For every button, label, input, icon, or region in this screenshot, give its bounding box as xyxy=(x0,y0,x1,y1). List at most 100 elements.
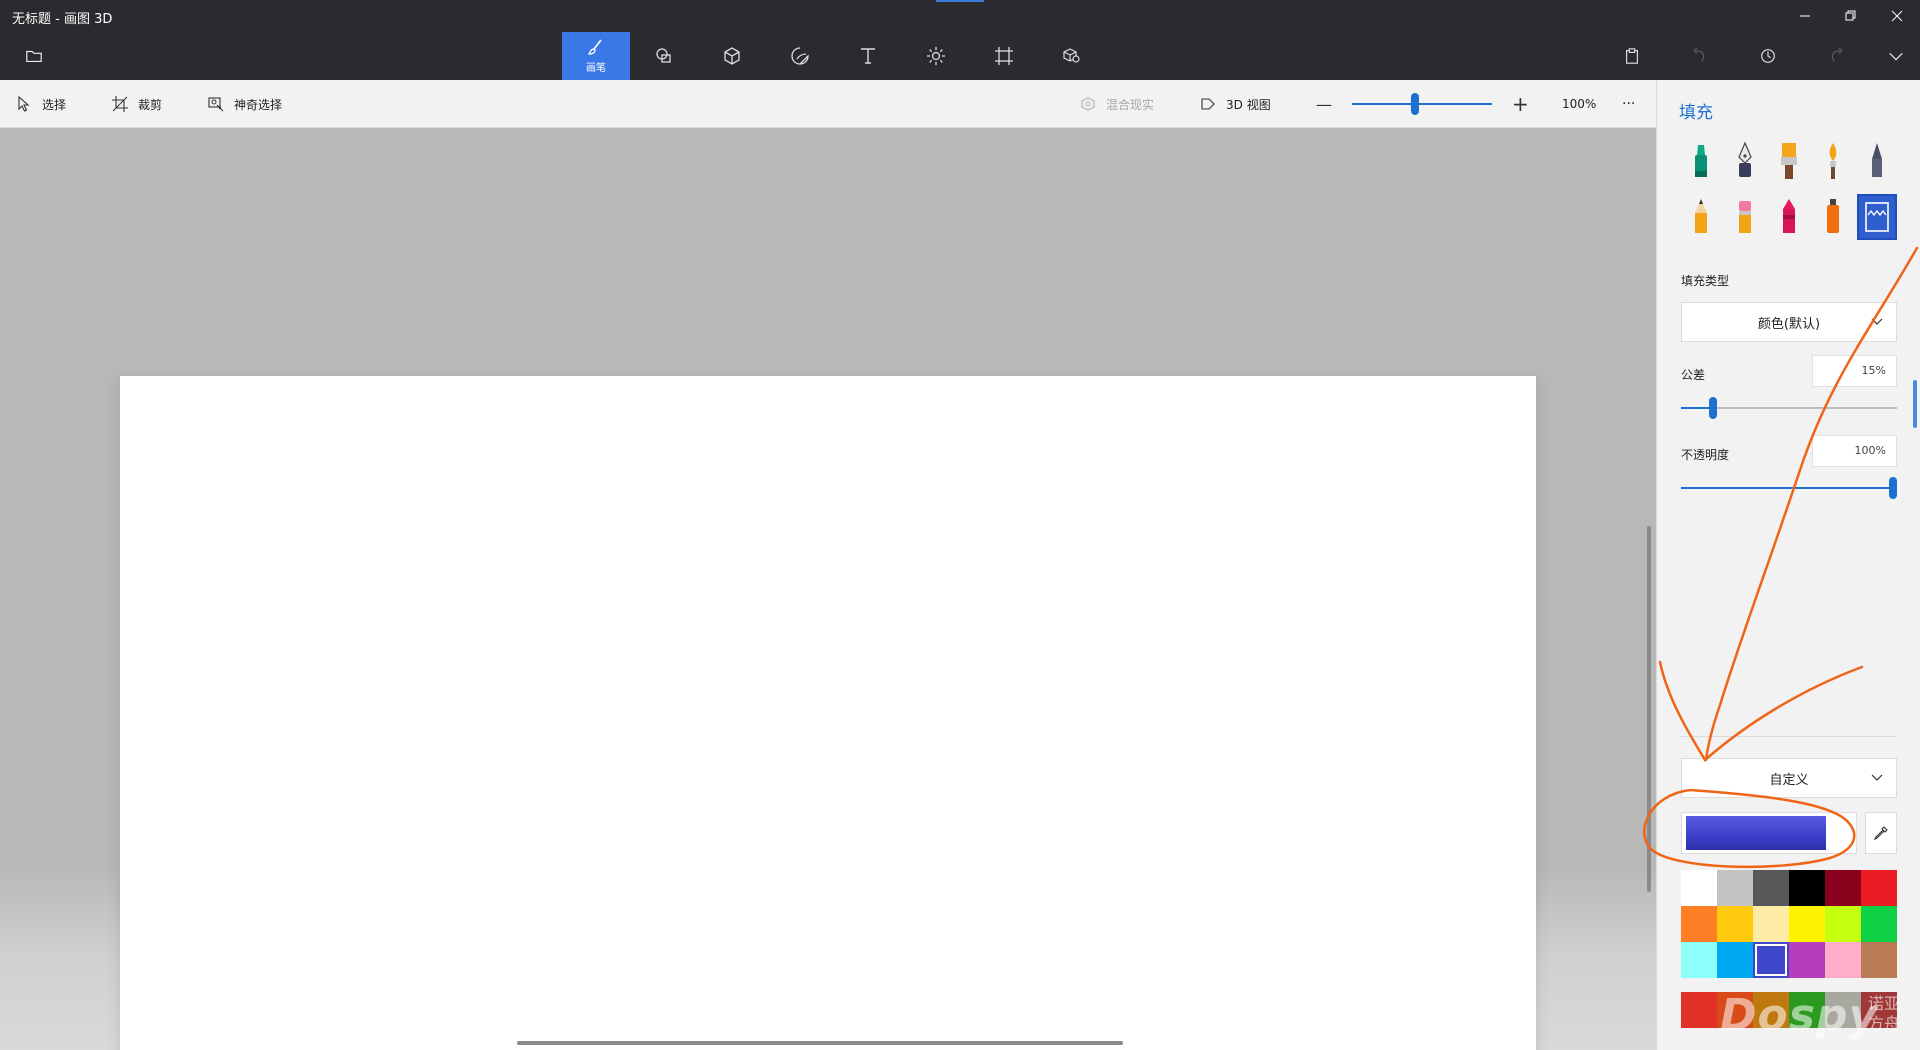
horizontal-scrollbar[interactable] xyxy=(517,1041,1123,1045)
color-mode-value: 自定义 xyxy=(1769,772,1809,788)
palette-color-swatch[interactable] xyxy=(1753,942,1789,978)
drawing-canvas[interactable] xyxy=(120,376,1536,1050)
palette-color-swatch[interactable] xyxy=(1717,942,1753,978)
palette-color-swatch[interactable] xyxy=(1825,942,1861,978)
palette-color-swatch[interactable] xyxy=(1681,942,1717,978)
crayon-brush[interactable] xyxy=(1769,194,1809,240)
fill-brush[interactable] xyxy=(1857,194,1897,240)
tab-stickers[interactable] xyxy=(766,32,834,80)
restore-icon xyxy=(1845,10,1856,21)
restore-button[interactable] xyxy=(1828,0,1874,32)
tab-brushes[interactable]: 画笔 xyxy=(562,32,630,80)
eraser-brush[interactable] xyxy=(1725,194,1765,240)
crop-label: 裁剪 xyxy=(138,97,163,112)
eyedropper-button[interactable] xyxy=(1865,812,1897,854)
tab-3d-shapes[interactable] xyxy=(698,32,766,80)
palette-color-swatch[interactable] xyxy=(1825,870,1861,906)
brush-icon xyxy=(587,39,602,55)
panel-divider xyxy=(1681,736,1897,737)
magic-select-button[interactable]: 神奇选择 xyxy=(208,80,282,128)
marker-icon xyxy=(1695,145,1707,177)
redo-icon xyxy=(1831,47,1843,62)
mixed-reality-button[interactable]: 混合现实 xyxy=(1080,80,1154,128)
opacity-label: 不透明度 xyxy=(1681,448,1730,462)
color-mode-dropdown[interactable]: 自定义 xyxy=(1681,758,1897,798)
fill-type-label: 填充类型 xyxy=(1681,274,1730,288)
close-button[interactable] xyxy=(1874,0,1920,32)
palette-color-swatch[interactable] xyxy=(1861,906,1897,942)
zoom-slider-track[interactable] xyxy=(1352,103,1492,105)
redo-button[interactable] xyxy=(1812,32,1860,80)
zoom-value[interactable]: 100% xyxy=(1562,80,1596,128)
palette-color-swatch[interactable] xyxy=(1681,870,1717,906)
calligraphy-pen-icon xyxy=(1738,141,1752,177)
palette-color-swatch[interactable] xyxy=(1681,992,1717,1028)
fill-type-dropdown[interactable]: 颜色(默认) xyxy=(1681,302,1897,342)
tolerance-label: 公差 xyxy=(1681,368,1706,382)
watercolor-brush[interactable] xyxy=(1813,138,1853,184)
tab-2d-shapes[interactable] xyxy=(630,32,698,80)
tab-canvas[interactable] xyxy=(970,32,1038,80)
canvas-icon xyxy=(995,47,1013,65)
minimize-button[interactable] xyxy=(1782,0,1828,32)
history-button[interactable] xyxy=(1744,32,1792,80)
palette-color-swatch[interactable] xyxy=(1753,870,1789,906)
mixed-reality-icon xyxy=(1081,97,1095,111)
tab-effects[interactable] xyxy=(902,32,970,80)
panel-scrollbar[interactable] xyxy=(1913,380,1917,428)
palette-color-swatch[interactable] xyxy=(1717,906,1753,942)
opacity-slider-thumb[interactable] xyxy=(1889,477,1897,499)
undo-button[interactable] xyxy=(1676,32,1724,80)
zoom-slider-thumb[interactable] xyxy=(1411,93,1419,115)
fill-icon xyxy=(1865,202,1889,232)
crayon-icon xyxy=(1783,199,1795,233)
close-icon xyxy=(1891,10,1903,22)
window-title: 无标题 - 画图 3D xyxy=(12,12,113,27)
pencil-brush[interactable] xyxy=(1681,194,1721,240)
magic-select-icon xyxy=(208,97,224,112)
paste-button[interactable] xyxy=(1608,32,1656,80)
menu-button[interactable] xyxy=(10,32,58,80)
tolerance-slider-thumb[interactable] xyxy=(1709,397,1718,419)
current-color-button[interactable] xyxy=(1681,812,1857,854)
effects-icon xyxy=(927,47,945,65)
title-accent xyxy=(936,0,984,2)
tolerance-input[interactable]: 15% xyxy=(1812,355,1897,387)
brush-panel: 填充 填充类型 颜色(默认) 公差 15% 不透明度 100% 自定义 xyxy=(1656,80,1920,1050)
view-3d-button[interactable]: 3D 视图 xyxy=(1200,80,1271,128)
tab-text[interactable] xyxy=(834,32,902,80)
zoom-out-button[interactable]: — xyxy=(1316,80,1332,128)
expand-button[interactable] xyxy=(1872,32,1920,80)
tab-brushes-label: 画笔 xyxy=(586,63,606,74)
oil-brush-icon xyxy=(1781,143,1797,179)
select-button[interactable]: 选择 xyxy=(16,80,66,128)
palette-color-swatch[interactable] xyxy=(1681,906,1717,942)
palette-color-swatch[interactable] xyxy=(1789,906,1825,942)
palette-color-swatch[interactable] xyxy=(1753,906,1789,942)
palette-color-swatch[interactable] xyxy=(1861,870,1897,906)
view-3d-icon xyxy=(1201,98,1215,110)
palette-color-swatch[interactable] xyxy=(1825,906,1861,942)
palette-color-swatch[interactable] xyxy=(1789,870,1825,906)
opacity-slider-track[interactable] xyxy=(1681,487,1897,489)
pixel-pen-brush[interactable] xyxy=(1857,138,1897,184)
chevron-down-icon xyxy=(1871,318,1883,325)
vertical-scrollbar[interactable] xyxy=(1647,526,1651,892)
palette-color-swatch[interactable] xyxy=(1717,870,1753,906)
zoom-in-button[interactable]: + xyxy=(1512,80,1529,128)
opacity-input[interactable]: 100% xyxy=(1812,435,1897,467)
eyedropper-icon xyxy=(1873,826,1888,841)
more-button[interactable]: ··· xyxy=(1622,80,1635,128)
watermark: Dospy xyxy=(1720,990,1879,1041)
tab-3d-library[interactable] xyxy=(1038,32,1106,80)
workspace xyxy=(0,128,1656,1050)
shapes-2d-icon xyxy=(656,48,671,63)
palette-color-swatch[interactable] xyxy=(1861,942,1897,978)
chevron-down-icon xyxy=(1889,52,1903,61)
marker-brush[interactable] xyxy=(1681,138,1721,184)
palette-color-swatch[interactable] xyxy=(1789,942,1825,978)
spray-can-brush[interactable] xyxy=(1813,194,1853,240)
crop-button[interactable]: 裁剪 xyxy=(112,80,162,128)
calligraphy-pen-brush[interactable] xyxy=(1725,138,1765,184)
oil-brush[interactable] xyxy=(1769,138,1809,184)
